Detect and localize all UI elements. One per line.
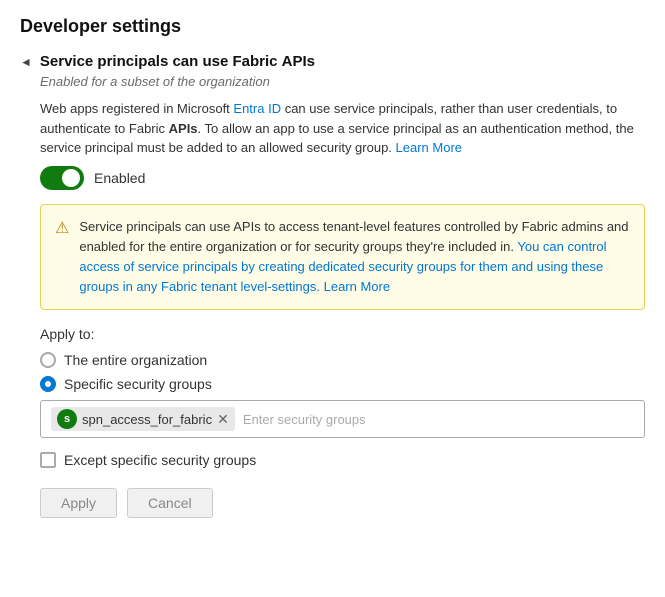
sg-placeholder: Enter security groups	[243, 412, 366, 427]
cancel-button[interactable]: Cancel	[127, 488, 213, 518]
button-row: Apply Cancel	[40, 488, 645, 518]
radio-specific-groups-label: Specific security groups	[64, 376, 212, 392]
info-box: ⚠ Service principals can use APIs to acc…	[40, 204, 645, 311]
toggle-label: Enabled	[94, 170, 145, 186]
radio-entire-org-row[interactable]: The entire organization	[40, 352, 645, 368]
section-description: Web apps registered in Microsoft Entra I…	[40, 99, 645, 158]
security-groups-input[interactable]: s spn_access_for_fabric ✕ Enter security…	[40, 400, 645, 438]
apply-to-label: Apply to:	[40, 326, 645, 342]
radio-entire-org-label: The entire organization	[64, 352, 207, 368]
section-subtitle: Enabled for a subset of the organization	[40, 74, 645, 89]
except-checkbox-row[interactable]: Except specific security groups	[40, 452, 645, 468]
section-header: ◄ Service principals can use Fabric APIs	[20, 53, 645, 70]
radio-entire-org[interactable]	[40, 352, 56, 368]
enabled-toggle[interactable]	[40, 166, 84, 190]
info-box-text: Service principals can use APIs to acces…	[79, 217, 630, 298]
except-checkbox[interactable]	[40, 452, 56, 468]
warning-icon: ⚠	[55, 218, 69, 238]
radio-specific-groups-row[interactable]: Specific security groups	[40, 376, 645, 392]
radio-specific-groups[interactable]	[40, 376, 56, 392]
learn-more-link-1[interactable]: Learn More	[396, 140, 462, 155]
sg-tag-close-icon[interactable]: ✕	[217, 412, 229, 426]
sg-tag: s spn_access_for_fabric ✕	[51, 407, 235, 431]
section-title-bold: APIs	[282, 53, 315, 70]
apply-button[interactable]: Apply	[40, 488, 117, 518]
section-container: ◄ Service principals can use Fabric APIs…	[20, 53, 645, 518]
except-checkbox-label: Except specific security groups	[64, 452, 256, 468]
sg-tag-avatar: s	[57, 409, 77, 429]
learn-more-link-2[interactable]: Learn More	[324, 279, 390, 294]
toggle-thumb	[62, 169, 80, 187]
entra-id-link[interactable]: Entra ID	[233, 101, 281, 116]
section-title: Service principals can use Fabric APIs	[40, 53, 315, 70]
toggle-row: Enabled	[40, 166, 645, 190]
sg-tag-text: spn_access_for_fabric	[82, 412, 212, 427]
collapse-arrow-icon[interactable]: ◄	[20, 55, 32, 69]
section-title-text: Service principals can use Fabric	[40, 53, 282, 70]
page-title: Developer settings	[20, 16, 645, 37]
toggle-track	[40, 166, 84, 190]
